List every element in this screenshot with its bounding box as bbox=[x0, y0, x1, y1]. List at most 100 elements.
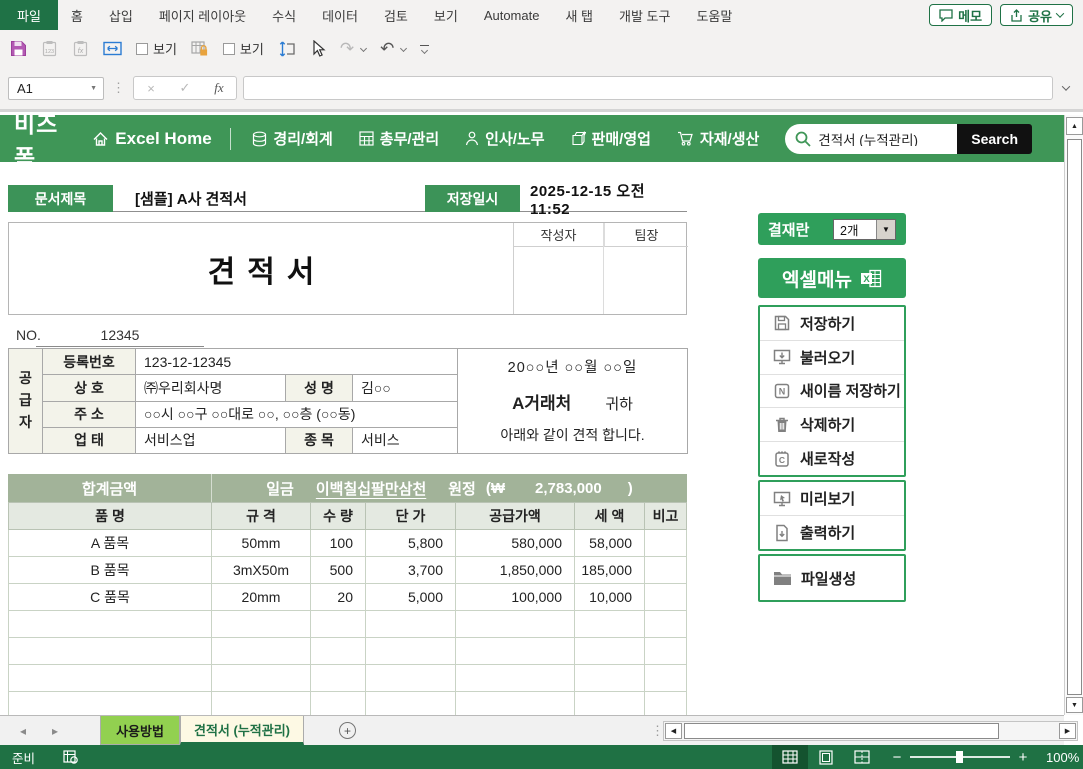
sheet-prev-icon[interactable]: ◂ bbox=[20, 724, 26, 738]
zoom-percentage[interactable]: 100% bbox=[1046, 750, 1083, 765]
name-box[interactable]: A1 ▼ bbox=[8, 77, 104, 100]
menu-save[interactable]: 저장하기 bbox=[760, 307, 904, 340]
cell-tax[interactable]: 10,000 bbox=[575, 584, 645, 610]
company-value[interactable]: ㈜우리회사명 bbox=[136, 375, 286, 401]
cell-tax[interactable]: 185,000 bbox=[575, 557, 645, 583]
client-line[interactable]: A거래처귀하 bbox=[472, 389, 673, 414]
zoom-in-button[interactable]: + bbox=[1014, 749, 1032, 766]
macro-record-button[interactable] bbox=[63, 750, 78, 764]
approval-count-dropdown[interactable]: 2개 ▼ bbox=[833, 219, 896, 240]
zoom-slider-thumb[interactable] bbox=[956, 751, 963, 763]
sheet-tab-usage[interactable]: 사용방법 bbox=[100, 716, 180, 745]
view-checkbox-1[interactable]: 보기 bbox=[136, 39, 177, 58]
save-button[interactable] bbox=[10, 40, 27, 57]
cell-item-name[interactable]: C 품목 bbox=[8, 584, 212, 610]
tab-new-tab[interactable]: 새 탭 bbox=[552, 0, 606, 30]
enter-button[interactable]: ✓ bbox=[168, 80, 202, 96]
col-qty[interactable]: 수 량 bbox=[311, 503, 366, 529]
qat-overflow-button[interactable] bbox=[420, 45, 429, 53]
name-box-dropdown-icon[interactable]: ▼ bbox=[90, 85, 97, 92]
nav-materials[interactable]: 자재/생산 bbox=[677, 128, 759, 149]
scroll-up-button[interactable]: ▲ bbox=[1066, 117, 1083, 135]
formula-bar-expand-icon[interactable] bbox=[1062, 82, 1070, 90]
ceo-name-value[interactable]: 김○○ bbox=[353, 375, 458, 401]
formula-input[interactable] bbox=[243, 76, 1053, 100]
cell-item-name[interactable]: A 품목 bbox=[8, 530, 212, 556]
menu-new[interactable]: C 새로작성 bbox=[760, 441, 904, 475]
menu-save-as[interactable]: N 새이름 저장하기 bbox=[760, 374, 904, 408]
paste-formulas-button[interactable]: fx bbox=[72, 40, 89, 57]
sheet-tab-quote[interactable]: 견적서 (누적관리) bbox=[180, 716, 304, 745]
scroll-down-button[interactable]: ▼ bbox=[1066, 697, 1083, 713]
address-value[interactable]: ○○시 ○○구 ○○대로 ○○, ○○층 (○○동) bbox=[136, 401, 458, 427]
vertical-scroll-thumb[interactable] bbox=[1067, 139, 1082, 695]
cell-note[interactable] bbox=[645, 530, 687, 556]
doc-title-value[interactable]: [샘플] A사 견적서 bbox=[113, 185, 425, 212]
comments-button[interactable]: 메모 bbox=[929, 4, 992, 26]
cell-item-name[interactable]: B 품목 bbox=[8, 557, 212, 583]
menu-create-file[interactable]: 파일생성 bbox=[760, 556, 904, 600]
page-break-view-button[interactable] bbox=[844, 745, 880, 769]
doc-number-value[interactable]: 12345 bbox=[36, 327, 204, 347]
menu-print[interactable]: 출력하기 bbox=[760, 515, 904, 549]
cell-spec[interactable]: 3mX50m bbox=[212, 557, 311, 583]
horizontal-scrollbar[interactable]: ◀ ▶ bbox=[663, 721, 1078, 741]
select-cursor-button[interactable] bbox=[310, 40, 326, 57]
search-submit-button[interactable]: Search bbox=[957, 124, 1032, 154]
menu-load[interactable]: 불러오기 bbox=[760, 340, 904, 374]
paste-values-button[interactable]: 123 bbox=[41, 40, 58, 57]
tab-file[interactable]: 파일 bbox=[0, 0, 58, 30]
view-checkbox-2[interactable]: 보기 bbox=[223, 39, 264, 58]
cell-qty[interactable]: 100 bbox=[311, 530, 366, 556]
tab-home[interactable]: 홈 bbox=[58, 0, 96, 30]
protect-sheet-button[interactable] bbox=[191, 40, 209, 57]
normal-view-button[interactable] bbox=[772, 745, 808, 769]
col-spec[interactable]: 규 격 bbox=[212, 503, 311, 529]
insert-function-button[interactable]: fx bbox=[202, 80, 236, 96]
cell-supply-amount[interactable]: 100,000 bbox=[456, 584, 575, 610]
menu-preview[interactable]: 미리보기 bbox=[760, 482, 904, 515]
cell-unit-price[interactable]: 5,800 bbox=[366, 530, 456, 556]
share-button[interactable]: 공유 bbox=[1000, 4, 1073, 26]
tab-data[interactable]: 데이터 bbox=[309, 0, 371, 30]
col-item-name[interactable]: 품 명 bbox=[8, 503, 212, 529]
total-amount-korean[interactable]: 이백칠십팔만삼천 bbox=[316, 478, 426, 499]
cell-supply-amount[interactable]: 580,000 bbox=[456, 530, 575, 556]
page-layout-view-button[interactable] bbox=[808, 745, 844, 769]
nav-hr-labor[interactable]: 인사/노무 bbox=[465, 128, 544, 149]
cell-spec[interactable]: 50mm bbox=[212, 530, 311, 556]
cell-note[interactable] bbox=[645, 557, 687, 583]
total-amount-number[interactable]: 2,783,000 bbox=[535, 480, 602, 497]
tab-review[interactable]: 검토 bbox=[371, 0, 421, 30]
row-height-button[interactable] bbox=[278, 40, 296, 58]
search-box[interactable] bbox=[785, 124, 957, 154]
add-sheet-button[interactable]: + bbox=[339, 722, 356, 739]
approver-sign-cells[interactable] bbox=[514, 247, 688, 314]
zoom-slider[interactable] bbox=[910, 756, 1010, 758]
zoom-out-button[interactable]: − bbox=[888, 749, 906, 766]
tab-page-layout[interactable]: 페이지 레이아웃 bbox=[146, 0, 259, 30]
biz-type-value[interactable]: 서비스업 bbox=[136, 427, 286, 453]
cell-qty[interactable]: 20 bbox=[311, 584, 366, 610]
redo-button[interactable]: ↷ bbox=[340, 40, 366, 57]
nav-excel-home[interactable]: Excel Home bbox=[92, 129, 211, 149]
vertical-scrollbar[interactable]: ▲ ▼ bbox=[1064, 115, 1083, 715]
column-width-button[interactable] bbox=[103, 40, 122, 57]
nav-general-affairs[interactable]: 총무/관리 bbox=[359, 128, 439, 149]
col-note[interactable]: 비고 bbox=[645, 503, 687, 529]
col-supply-amount[interactable]: 공급가액 bbox=[456, 503, 575, 529]
tab-help[interactable]: 도움말 bbox=[683, 0, 745, 30]
cell-note[interactable] bbox=[645, 584, 687, 610]
biz-item-value[interactable]: 서비스 bbox=[353, 427, 458, 453]
cell-qty[interactable]: 500 bbox=[311, 557, 366, 583]
tab-view[interactable]: 보기 bbox=[421, 0, 471, 30]
cancel-button[interactable]: × bbox=[134, 81, 168, 96]
tab-developer[interactable]: 개발 도구 bbox=[606, 0, 683, 30]
col-unit-price[interactable]: 단 가 bbox=[366, 503, 456, 529]
menu-delete[interactable]: 삭제하기 bbox=[760, 407, 904, 441]
tab-insert[interactable]: 삽입 bbox=[96, 0, 146, 30]
cell-supply-amount[interactable]: 1,850,000 bbox=[456, 557, 575, 583]
undo-button[interactable]: ↶ bbox=[380, 40, 406, 57]
tab-formulas[interactable]: 수식 bbox=[259, 0, 309, 30]
cell-spec[interactable]: 20mm bbox=[212, 584, 311, 610]
